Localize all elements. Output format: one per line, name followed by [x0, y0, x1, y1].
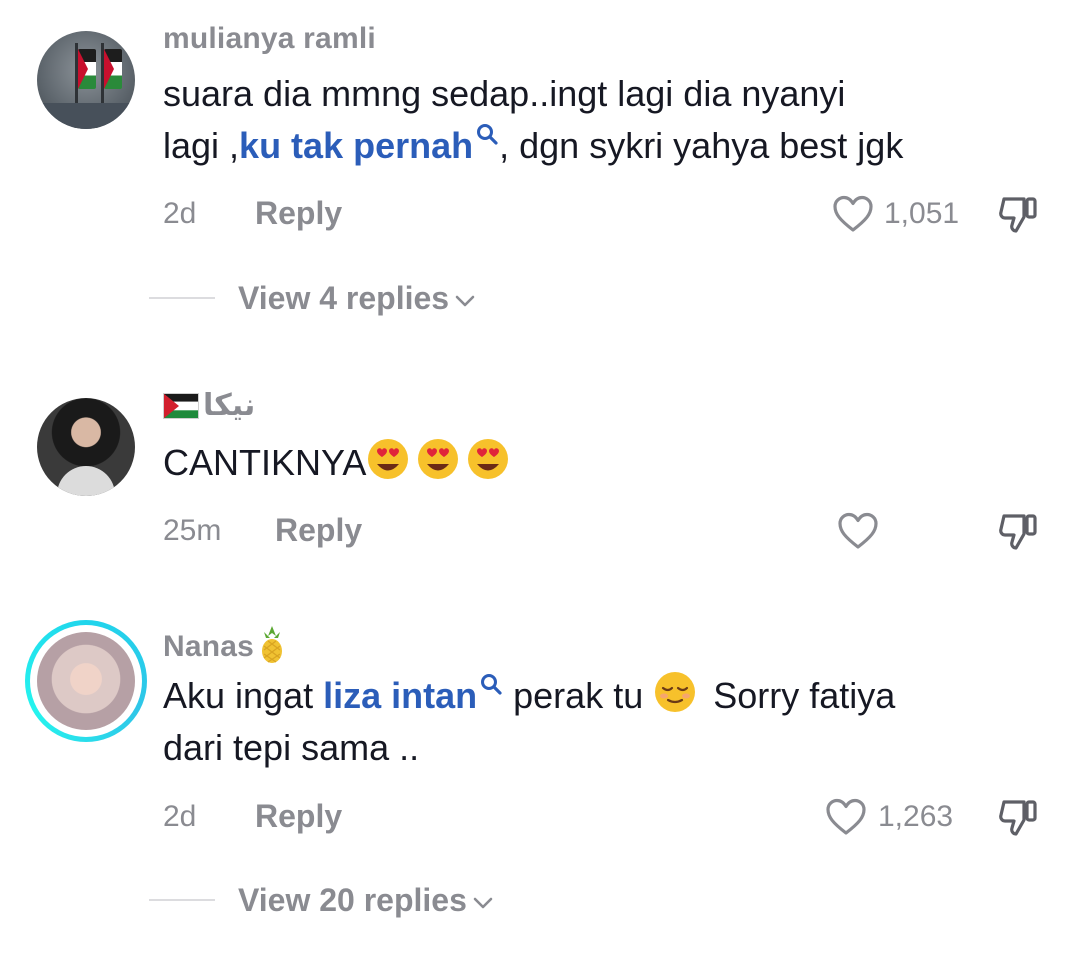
flag-icon	[78, 49, 96, 89]
search-link[interactable]: ku tak pernah	[239, 125, 473, 166]
heart-outline-icon[interactable]	[832, 195, 874, 233]
chevron-down-icon	[473, 897, 493, 908]
heart-outline-icon[interactable]	[825, 798, 867, 836]
thumbs-down-icon[interactable]	[996, 510, 1040, 554]
search-icon	[481, 674, 502, 695]
avatar[interactable]	[37, 398, 135, 496]
thumbs-down-icon[interactable]	[996, 193, 1040, 237]
view-replies-button[interactable]: View 4 replies	[238, 280, 475, 317]
avatar[interactable]	[37, 31, 135, 129]
username[interactable]: mulianya ramli	[163, 22, 376, 56]
divider	[149, 297, 215, 299]
username[interactable]: Nanas	[163, 624, 286, 664]
heart-eyes-emoji-icon	[468, 439, 509, 479]
comment-time: 2d	[163, 197, 197, 230]
username[interactable]: نيكا	[163, 388, 255, 423]
palestine-flag-icon	[163, 393, 199, 419]
thumbs-down-icon[interactable]	[996, 796, 1040, 840]
reply-button[interactable]: Reply	[275, 512, 362, 549]
comment-text: suara dia mmng sedap..ingt lagi dia nyan…	[163, 73, 904, 166]
comment-text: CANTIKNYA	[163, 437, 516, 489]
flag-icon	[104, 49, 122, 89]
comment-time: 2d	[163, 800, 197, 833]
heart-outline-icon[interactable]	[837, 512, 879, 550]
chevron-down-icon	[455, 295, 475, 306]
avatar[interactable]	[37, 632, 135, 730]
like-count: 1,263	[878, 800, 954, 833]
comment-time: 25m	[163, 514, 222, 547]
search-link[interactable]: liza intan	[323, 675, 477, 716]
view-replies-button[interactable]: View 20 replies	[238, 882, 493, 919]
like-count: 1,051	[884, 197, 960, 230]
reply-button[interactable]: Reply	[255, 798, 342, 835]
pineapple-emoji-icon	[262, 626, 283, 663]
relieved-face-emoji-icon	[655, 672, 696, 712]
divider	[149, 899, 215, 901]
comment-text: Aku ingat liza intan perak tu Sorry fati…	[163, 670, 895, 774]
heart-eyes-emoji-icon	[418, 439, 459, 479]
heart-eyes-emoji-icon	[368, 439, 409, 479]
search-icon	[477, 124, 498, 145]
reply-button[interactable]: Reply	[255, 195, 342, 232]
